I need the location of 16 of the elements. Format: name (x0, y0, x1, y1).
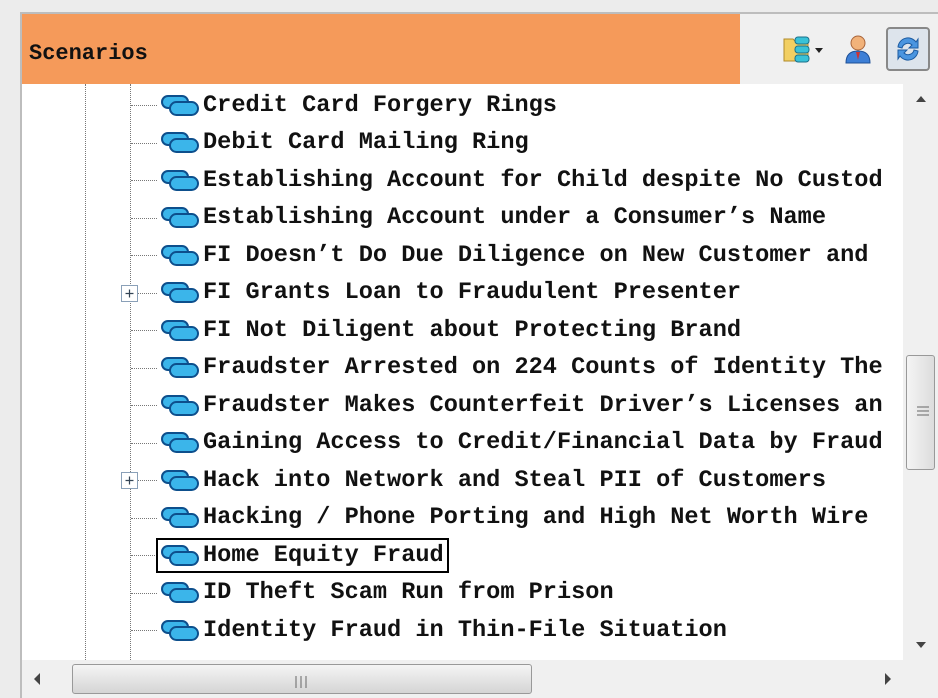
tree-item[interactable]: Fraudster Makes Counterfeit Driver’s Licenses an (156, 388, 888, 423)
tree-item[interactable]: Debit Card Mailing Ring (156, 126, 534, 160)
tree-item[interactable]: ID Theft Scam Run from Prison (156, 576, 619, 610)
tree-item[interactable]: FI Grants Loan to Fraudulent Presenter (156, 276, 746, 310)
tree-item[interactable]: Establishing Account for Child despite No Custod (156, 163, 888, 198)
tree-item[interactable]: Fraudster Arrested on 224 Counts of Identity The (156, 350, 888, 386)
tree-item[interactable]: FI Not Diligent about Protecting Brand (156, 313, 746, 348)
tree-item[interactable]: Hacking / Phone Porting and High Net Worth Wire (156, 500, 874, 536)
tree-item[interactable]: FI Doesn’t Do Due Diligence on New Customer and (156, 238, 874, 273)
tree-item[interactable]: Hack into Network and Steal PII of Customers (156, 463, 831, 498)
panel-title: Scenarios (22, 14, 740, 84)
tree-item[interactable]: Gaining Access to Credit/Financial Data by Fraud (156, 426, 888, 460)
tree-item[interactable]: Home Equity Fraud (156, 538, 449, 573)
tree-item[interactable]: Credit Card Forgery Rings (156, 88, 562, 123)
tree-item[interactable]: Establishing Account under a Consumer’s Name (156, 200, 831, 236)
tree-item[interactable]: Identity Fraud in Thin-File Situation (156, 613, 732, 648)
